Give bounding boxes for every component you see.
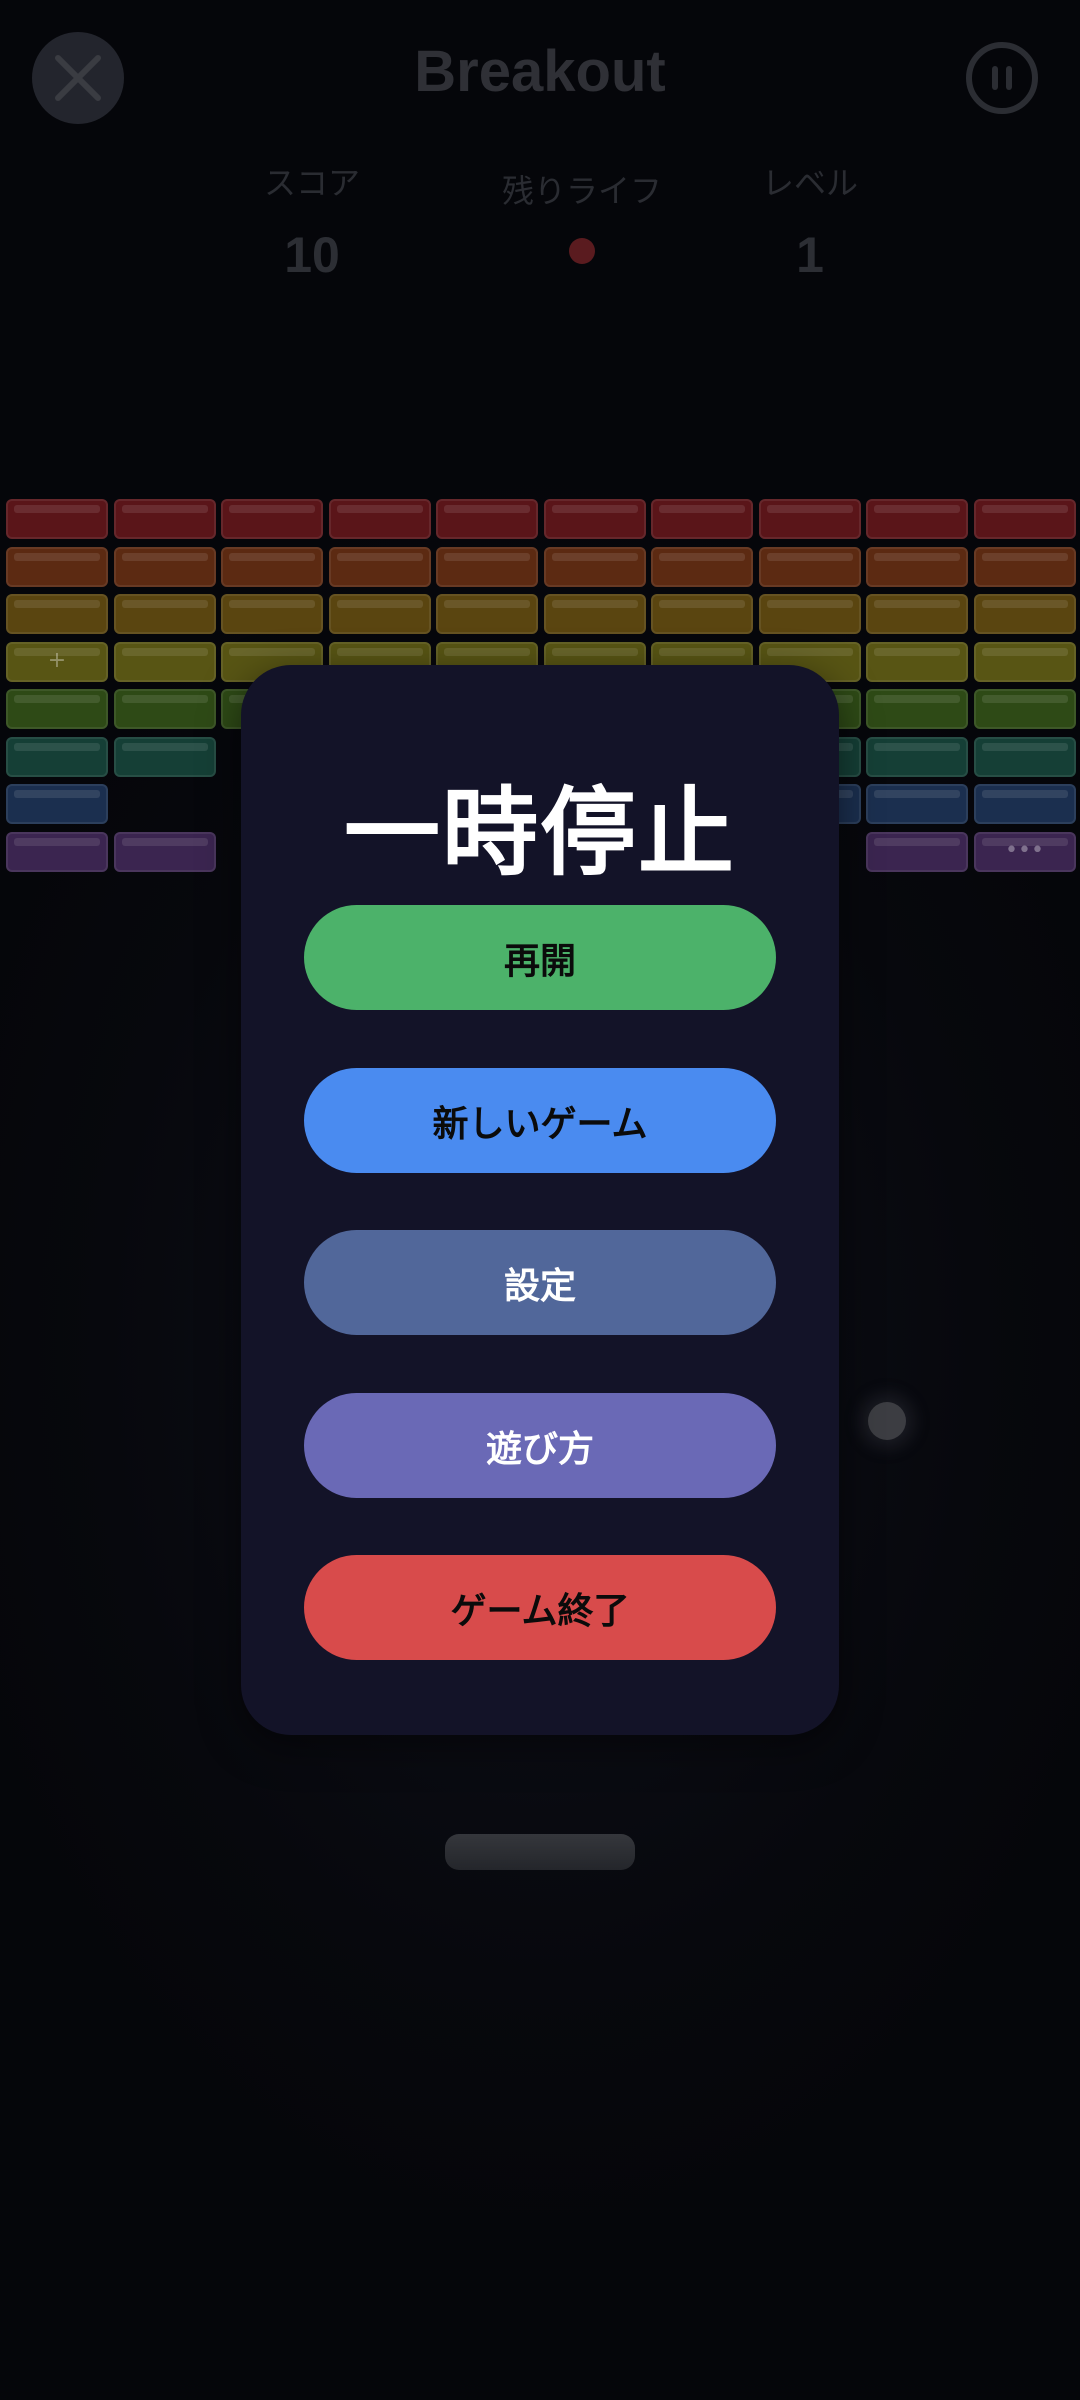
brick [221,499,323,539]
pause-title: 一時停止 [344,777,736,889]
how-to-play-button[interactable]: 遊び方 [304,1393,776,1498]
brick-powerup-mark: + [47,647,67,673]
brick [973,499,1076,539]
brick [113,499,216,539]
brick [6,499,108,539]
game-screen: Breakout スコア 10 残りライフ レベル 1 + ••• 一時停止 再開… [0,0,1080,2400]
brick [436,594,538,634]
pause-dialog: 一時停止 再開 新しいゲーム 設定 遊び方 ゲーム終了 [241,665,839,1735]
brick [651,594,753,634]
brick [328,499,431,539]
brick [328,594,431,634]
brick [758,546,861,587]
quit-game-button[interactable]: ゲーム終了 [304,1555,776,1660]
brick [6,736,108,777]
brick [866,594,968,634]
brick: ••• [973,831,1076,872]
brick [866,831,968,872]
brick [758,594,861,634]
brick [651,546,753,587]
brick: + [6,641,108,682]
new-game-button[interactable]: 新しいゲーム [304,1068,776,1173]
brick [866,784,968,824]
brick [758,499,861,539]
brick [973,784,1076,824]
brick [866,736,968,777]
brick-powerup-mark: ••• [1005,837,1044,863]
brick [221,546,323,587]
brick [113,736,216,777]
brick [113,594,216,634]
brick [436,546,538,587]
brick [973,641,1076,682]
brick [221,594,323,634]
brick [113,689,216,729]
brick [543,546,646,587]
brick [866,499,968,539]
brick [651,499,753,539]
brick [973,736,1076,777]
brick [6,546,108,587]
brick [543,594,646,634]
paddle[interactable] [445,1834,635,1870]
brick [328,546,431,587]
brick [866,689,968,729]
brick [543,499,646,539]
brick [866,546,968,587]
ball [868,1402,906,1440]
brick [973,594,1076,634]
settings-button[interactable]: 設定 [304,1230,776,1335]
brick [973,689,1076,729]
brick [866,641,968,682]
brick [113,831,216,872]
resume-button[interactable]: 再開 [304,905,776,1010]
brick [6,689,108,729]
brick [973,546,1076,587]
brick [113,546,216,587]
brick [113,641,216,682]
brick [6,831,108,872]
brick [6,784,108,824]
brick [436,499,538,539]
brick [6,594,108,634]
